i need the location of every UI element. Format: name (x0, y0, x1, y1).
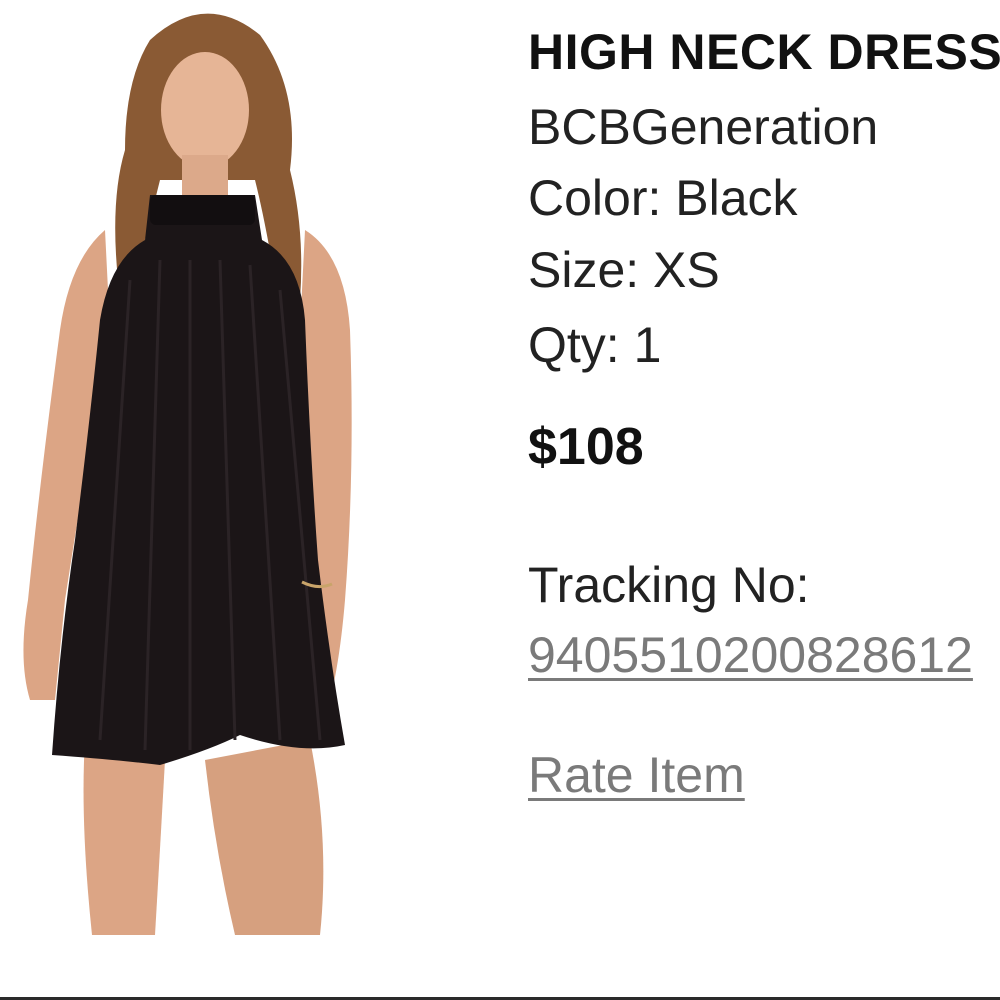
tracking-number-link[interactable]: 9405510200828612 (528, 625, 973, 685)
product-color: Color: Black (528, 170, 798, 226)
product-title: HIGH NECK DRESS (528, 24, 1000, 80)
order-item-details: HIGH NECK DRESS BCBGeneration Color: Bla… (528, 0, 1000, 1000)
rate-item-link[interactable]: Rate Item (528, 745, 745, 805)
product-brand: BCBGeneration (528, 99, 879, 155)
tracking-label: Tracking No: (528, 557, 810, 613)
dress-photo-icon (23, 13, 352, 935)
product-size: Size: XS (528, 242, 720, 298)
product-price: $108 (528, 418, 644, 476)
product-image (0, 0, 380, 935)
product-quantity: Qty: 1 (528, 317, 662, 373)
